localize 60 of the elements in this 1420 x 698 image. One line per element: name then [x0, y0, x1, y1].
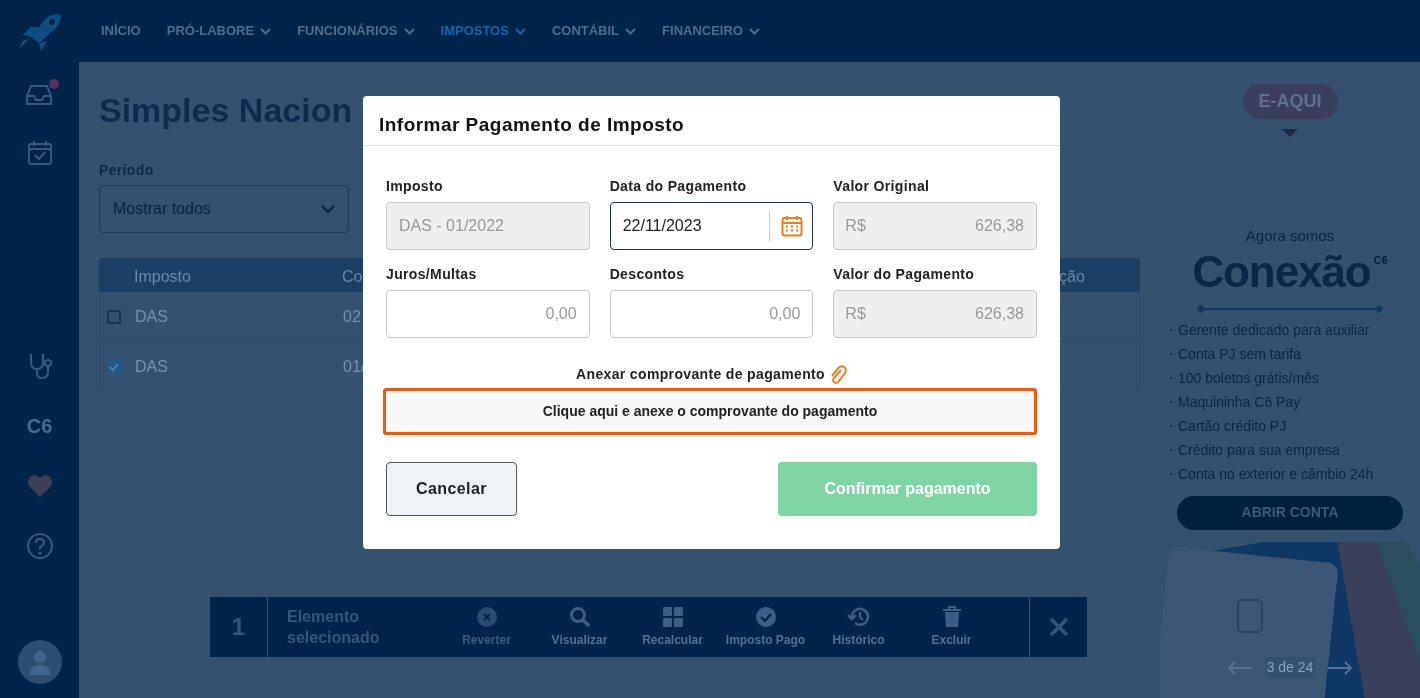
- field-label: Imposto: [386, 177, 443, 196]
- heart-icon[interactable]: [26, 474, 53, 498]
- attach-label: Anexar comprovante de pagamento: [576, 365, 825, 384]
- table-cell-text: DAS: [135, 306, 168, 327]
- rocket-logo-icon[interactable]: [16, 11, 63, 51]
- calculator-icon: [661, 605, 684, 628]
- help-icon[interactable]: [25, 532, 54, 560]
- chevron-down-icon: [321, 204, 335, 214]
- arrow-left-icon[interactable]: [1226, 660, 1253, 675]
- column-header: Co: [342, 267, 363, 287]
- sidebar-link[interactable]: C6: [26, 412, 53, 440]
- attach-button[interactable]: Clique aqui e anexe o comprovante do pagamento: [383, 388, 1037, 435]
- chevron-down-icon: [260, 27, 272, 35]
- cancel-circle-icon: [475, 605, 498, 628]
- toolbar-button[interactable]: Recalcular: [626, 605, 719, 649]
- trash-icon: [941, 605, 962, 628]
- search-icon: [568, 605, 591, 628]
- nav-link[interactable]: FINANCEIRO: [662, 21, 760, 41]
- checkbox[interactable]: [107, 359, 121, 374]
- table-cell-text: 02: [343, 306, 361, 327]
- date-field[interactable]: 22/11/2023: [609, 202, 814, 250]
- cancel-button[interactable]: Cancelar: [386, 462, 517, 516]
- column-header: ção: [1059, 267, 1085, 287]
- close-icon[interactable]: [1048, 617, 1069, 637]
- nav-link[interactable]: CONTÁBIL: [551, 21, 637, 41]
- calendar-check-icon[interactable]: [26, 140, 53, 166]
- field-label: Valor do Pagamento: [833, 265, 975, 284]
- field-label: Data do Pagamento: [609, 177, 747, 196]
- chevron-down-icon: [403, 27, 415, 35]
- chevron-down-icon: [748, 27, 760, 35]
- nav-link[interactable]: INÍCIO: [101, 21, 141, 41]
- nav-link[interactable]: PRÓ-LABORE: [166, 21, 272, 41]
- arrow-right-icon[interactable]: [1327, 660, 1354, 675]
- open-account-button[interactable]: ABRIR CONTA: [1177, 495, 1403, 530]
- checkbox[interactable]: [107, 309, 121, 324]
- toolbar-button[interactable]: Imposto Pago: [719, 605, 812, 649]
- chevron-down-icon: [625, 27, 637, 35]
- input-field[interactable]: 0,00: [386, 290, 590, 338]
- field-label: Descontos: [609, 265, 685, 284]
- table-cell-text: DAS: [135, 356, 168, 377]
- paperclip-icon: [828, 364, 847, 385]
- calendar-icon[interactable]: [781, 215, 804, 237]
- dialog-title: Informar Pagamento de Imposto: [379, 112, 685, 137]
- column-header: Imposto: [134, 267, 191, 287]
- nav-link[interactable]: IMPOSTOS: [440, 21, 526, 41]
- field-label: Juros/Multas: [386, 265, 477, 284]
- field-label: Valor Original: [833, 177, 930, 196]
- toolbar-button[interactable]: Visualizar: [533, 605, 626, 649]
- input-field[interactable]: 0,00: [609, 290, 814, 338]
- triangle-icon: [1282, 129, 1298, 137]
- currency-prefix: R$: [845, 304, 866, 324]
- avatar-icon[interactable]: [17, 640, 62, 684]
- chevron-down-icon: [514, 27, 526, 35]
- pager-text: 3 de 24: [1264, 657, 1316, 678]
- history-icon: [846, 605, 871, 628]
- nav-link[interactable]: FUNCIONÁRIOS: [297, 21, 415, 41]
- currency-prefix: R$: [845, 216, 866, 236]
- check-circle-icon: [754, 605, 777, 628]
- toolbar-button[interactable]: Excluir: [905, 605, 998, 649]
- toolbar-button[interactable]: Histórico: [812, 605, 905, 649]
